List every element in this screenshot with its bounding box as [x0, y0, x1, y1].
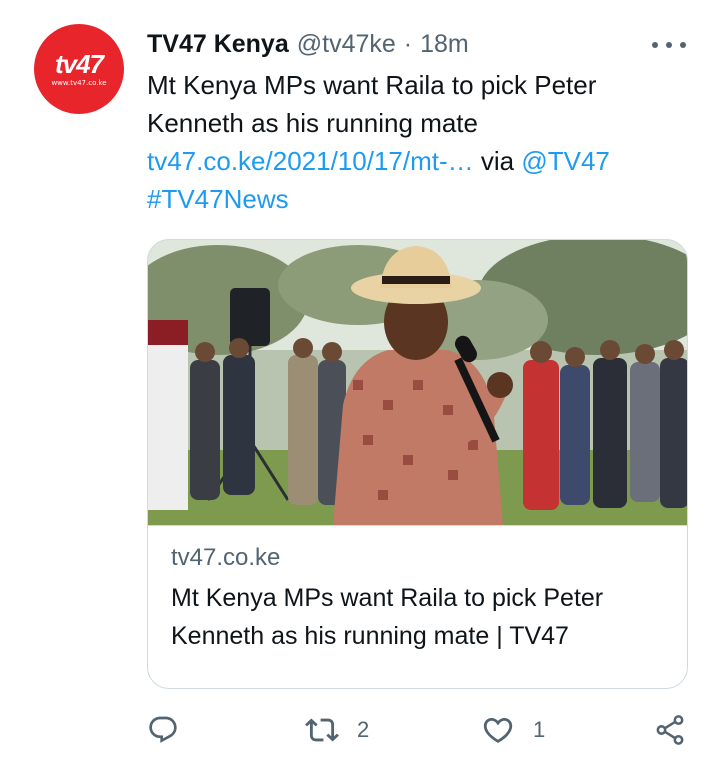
retweet-icon	[305, 718, 339, 742]
share-button[interactable]	[653, 705, 687, 755]
card-body: tv47.co.ke Mt Kenya MPs want Raila to pi…	[148, 525, 687, 688]
card-title: Mt Kenya MPs want Raila to pick Peter Ke…	[171, 584, 604, 650]
tweet-header: TV47 Kenya @tv47ke · 18m	[147, 28, 700, 60]
article-link[interactable]: tv47.co.ke/2021/10/17/mt-…	[147, 146, 474, 176]
heart-icon	[483, 717, 513, 743]
tweet-actions: 2 1	[147, 705, 692, 755]
mention-link[interactable]: @TV47	[521, 146, 610, 176]
retweet-button[interactable]: 2	[305, 705, 369, 755]
reply-button[interactable]	[147, 705, 179, 755]
like-count: 1	[533, 717, 546, 742]
timestamp[interactable]: 18m	[420, 30, 469, 59]
share-icon	[656, 715, 684, 745]
retweet-count: 2	[357, 717, 370, 742]
via-text: via	[480, 146, 515, 176]
more-horizontal-icon[interactable]	[652, 42, 686, 52]
like-button[interactable]: 1	[481, 705, 545, 755]
hashtag-link[interactable]: #TV47News	[147, 184, 289, 214]
author-handle[interactable]: @tv47ke	[297, 30, 396, 59]
card-image[interactable]	[148, 240, 687, 525]
tweet-text: Mt Kenya MPs want Raila to pick Peter Ke…	[147, 66, 692, 218]
tv47-logo: tv47	[54, 49, 104, 79]
tweet-body: Mt Kenya MPs want Raila to pick Peter Ke…	[147, 70, 597, 138]
reply-icon	[149, 716, 177, 743]
separator-dot: ·	[403, 29, 413, 58]
avatar[interactable]: tv47 www.tv47.co.ke	[34, 24, 124, 114]
author-name[interactable]: TV47 Kenya	[147, 30, 289, 59]
card-domain: tv47.co.ke	[171, 544, 281, 571]
logo-url-text: www.tv47.co.ke	[51, 79, 107, 87]
article-photo	[148, 240, 687, 525]
link-preview-card[interactable]: tv47.co.ke Mt Kenya MPs want Raila to pi…	[147, 239, 688, 689]
